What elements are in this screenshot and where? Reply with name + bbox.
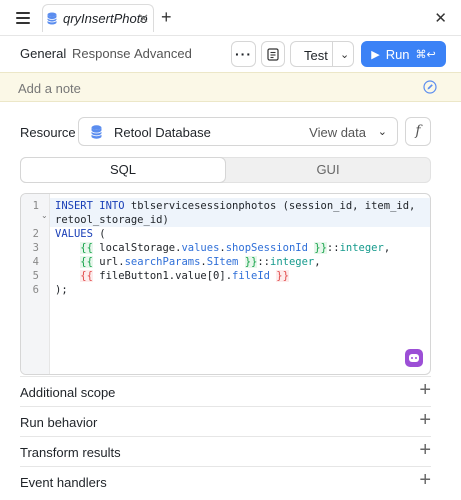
code-line: ); <box>55 284 68 296</box>
database-icon <box>47 12 57 25</box>
test-label: Test <box>304 48 328 63</box>
expand-plus-icon[interactable]: + <box>419 410 431 430</box>
section-run-behavior[interactable]: Run behavior + <box>20 406 431 436</box>
line-number: 1 <box>32 200 39 212</box>
play-icon: ▶ <box>371 48 380 61</box>
note-placeholder[interactable]: Add a note <box>18 81 81 96</box>
code-line: VALUES ( <box>55 228 106 240</box>
run-label: Run <box>385 46 410 62</box>
more-options-button[interactable]: ··· <box>231 41 256 67</box>
section-event-handlers[interactable]: Event handlers + <box>20 466 431 496</box>
code-line: retool_storage_id) <box>55 214 169 226</box>
database-icon <box>91 125 102 139</box>
line-number: 6 <box>32 284 39 296</box>
mode-sql[interactable]: SQL <box>20 157 226 183</box>
close-tab-icon[interactable]: ✕ <box>138 11 149 27</box>
section-additional-scope[interactable]: Additional scope + <box>20 376 431 406</box>
mode-gui[interactable]: GUI <box>226 158 430 182</box>
mode-toggle: SQL GUI <box>20 157 431 183</box>
query-tab[interactable]: qryInsertPhoto ✕ <box>42 4 154 32</box>
notes-button[interactable] <box>261 41 285 67</box>
run-button[interactable]: ▶ Run ⌘↩ <box>361 41 446 67</box>
fx-button[interactable]: f <box>405 117 431 146</box>
line-number: 5 <box>32 270 39 282</box>
line-number: 3 <box>32 242 39 254</box>
line-number: 2 <box>32 228 39 240</box>
menu-icon[interactable] <box>16 12 30 24</box>
tab-response[interactable]: Response <box>72 46 131 61</box>
chevron-down-icon[interactable]: ⌄ <box>378 125 387 138</box>
resource-select[interactable]: Retool Database View data ⌄ <box>78 117 398 146</box>
tab-general[interactable]: General <box>20 46 66 61</box>
run-shortcut: ⌘↩ <box>415 48 436 61</box>
close-panel-icon[interactable]: ✕ <box>434 9 447 27</box>
query-tab-name: qryInsertPhoto <box>63 11 148 26</box>
expand-plus-icon[interactable]: + <box>419 380 431 400</box>
code-line: INSERT INTO tblservicesessionphotos (ses… <box>55 200 416 212</box>
line-number: 4 <box>32 256 39 268</box>
sql-editor[interactable]: 1 ⌄ 2 3 4 5 6 INSERT INTO tblservicesess… <box>20 193 431 375</box>
resource-name: Retool Database <box>114 125 211 140</box>
expand-plus-icon[interactable]: + <box>419 470 431 490</box>
code-line: {{ localStorage.values.shopSessionId }}:… <box>80 242 391 254</box>
add-note-bar[interactable]: Add a note <box>0 72 461 102</box>
resource-label: Resource <box>20 125 76 140</box>
code-line: {{ url.searchParams.SItem }}::integer, <box>80 256 321 268</box>
view-data-link[interactable]: View data <box>309 125 366 140</box>
section-transform-results[interactable]: Transform results + <box>20 436 431 466</box>
chevron-down-icon[interactable]: ⌄ <box>340 48 349 61</box>
query-tab-strip: qryInsertPhoto ✕ + ✕ <box>0 0 461 36</box>
test-button[interactable]: Test ⌄ <box>290 41 354 67</box>
query-toolbar: General Response Advanced ··· Test ⌄ ▶ R… <box>0 36 461 72</box>
fold-chevron-icon[interactable]: ⌄ <box>41 211 48 220</box>
edit-note-icon[interactable] <box>423 80 437 94</box>
tab-advanced[interactable]: Advanced <box>134 46 192 61</box>
code-line: {{ fileButton1.value[0].fileId }} <box>80 270 289 282</box>
add-tab-icon[interactable]: + <box>161 8 172 26</box>
document-icon <box>267 47 279 61</box>
ai-assist-icon[interactable] <box>405 349 423 367</box>
expand-plus-icon[interactable]: + <box>419 440 431 460</box>
